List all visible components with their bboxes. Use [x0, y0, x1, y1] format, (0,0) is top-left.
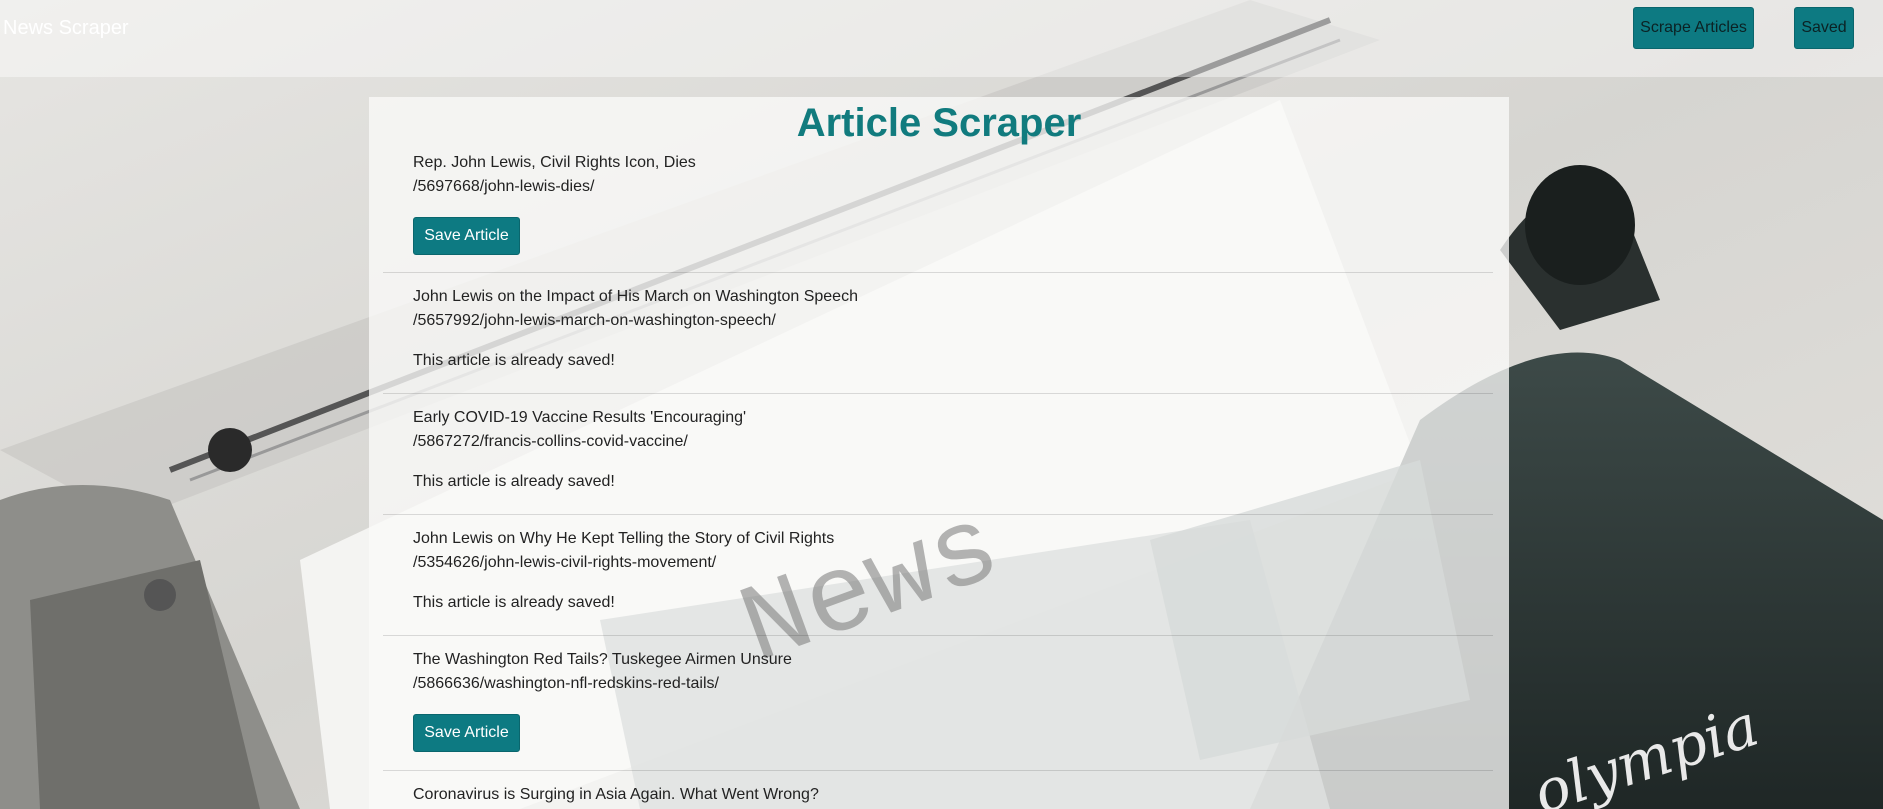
article-link[interactable]: /5354626/john-lewis-civil-rights-movemen…: [413, 554, 716, 572]
article-item: The Washington Red Tails? Tuskegee Airme…: [383, 635, 1493, 771]
brand-link[interactable]: News Scraper: [3, 17, 129, 40]
save-article-button[interactable]: Save Article: [413, 217, 520, 255]
already-saved-status: This article is already saved!: [413, 473, 615, 490]
article-item: Rep. John Lewis, Civil Rights Icon, Dies…: [383, 147, 1493, 273]
article-item: John Lewis on the Impact of His March on…: [383, 272, 1493, 394]
article-link[interactable]: /5697668/john-lewis-dies/: [413, 178, 594, 196]
articles-panel: Article Scraper News Rep. John Lewis, Ci…: [369, 97, 1509, 809]
article-title: The Washington Red Tails? Tuskegee Airme…: [413, 651, 792, 668]
article-item: Early COVID-19 Vaccine Results 'Encourag…: [383, 393, 1493, 515]
article-link[interactable]: /5867272/francis-collins-covid-vaccine/: [413, 433, 688, 451]
article-link[interactable]: /5866636/washington-nfl-redskins-red-tai…: [413, 675, 719, 693]
article-item: John Lewis on Why He Kept Telling the St…: [383, 514, 1493, 636]
page-title: Article Scraper: [796, 101, 1082, 145]
save-article-button[interactable]: Save Article: [413, 714, 520, 752]
top-navbar: News Scraper Scrape Articles Saved: [0, 0, 1883, 77]
scrape-articles-button[interactable]: Scrape Articles: [1633, 7, 1754, 49]
already-saved-status: This article is already saved!: [413, 352, 615, 369]
saved-button[interactable]: Saved: [1794, 7, 1854, 49]
article-title: John Lewis on the Impact of His March on…: [413, 288, 858, 305]
article-title: Early COVID-19 Vaccine Results 'Encourag…: [413, 409, 747, 426]
already-saved-status: This article is already saved!: [413, 594, 615, 611]
article-item: Coronavirus is Surging in Asia Again. Wh…: [383, 770, 1493, 809]
article-title: Rep. John Lewis, Civil Rights Icon, Dies: [413, 154, 696, 171]
article-link[interactable]: /5657992/john-lewis-march-on-washington-…: [413, 312, 776, 330]
article-title: Coronavirus is Surging in Asia Again. Wh…: [413, 786, 819, 803]
article-title: John Lewis on Why He Kept Telling the St…: [413, 530, 835, 547]
